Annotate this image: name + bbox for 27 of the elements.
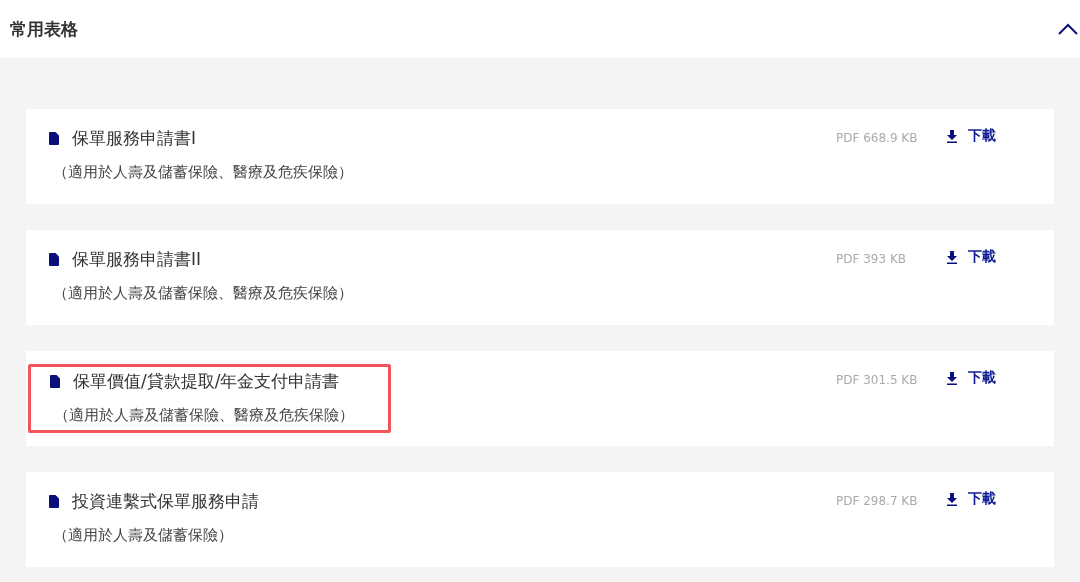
section-title: 常用表格: [10, 17, 78, 41]
download-icon: [946, 129, 958, 143]
document-icon: [49, 253, 59, 266]
download-link[interactable]: 下載: [946, 248, 996, 266]
document-icon: [49, 132, 59, 145]
download-icon: [946, 492, 958, 506]
collapse-toggle[interactable]: [1058, 23, 1080, 35]
chevron-icon: [1058, 23, 1078, 35]
file-info: PDF 301.5 KB: [836, 373, 919, 387]
download-icon: [946, 371, 958, 385]
file-info: PDF 298.7 KB: [836, 494, 919, 508]
form-note: （適用於人壽及儲蓄保險、醫療及危疾保險）: [53, 284, 353, 303]
download-link[interactable]: 下載: [946, 369, 996, 387]
download-icon: [946, 250, 958, 264]
file-info: PDF 393 KB: [836, 252, 907, 266]
document-icon: [50, 375, 60, 388]
download-link[interactable]: 下載: [946, 490, 996, 508]
form-title: 保單服務申請書II: [72, 248, 202, 271]
form-note: （適用於人壽及儲蓄保險、醫療及危疾保險）: [54, 406, 354, 425]
document-icon: [49, 495, 59, 508]
form-note: （適用於人壽及儲蓄保險）: [53, 526, 234, 545]
form-title: 保單服務申請書I: [72, 127, 196, 150]
form-title: 保單價值/貸款提取/年金支付申請書: [73, 370, 340, 393]
download-link[interactable]: 下載: [946, 127, 996, 145]
form-note: （適用於人壽及儲蓄保險、醫療及危疾保險）: [53, 163, 353, 182]
file-info: PDF 668.9 KB: [836, 131, 919, 145]
form-title: 投資連繫式保單服務申請: [72, 490, 259, 513]
